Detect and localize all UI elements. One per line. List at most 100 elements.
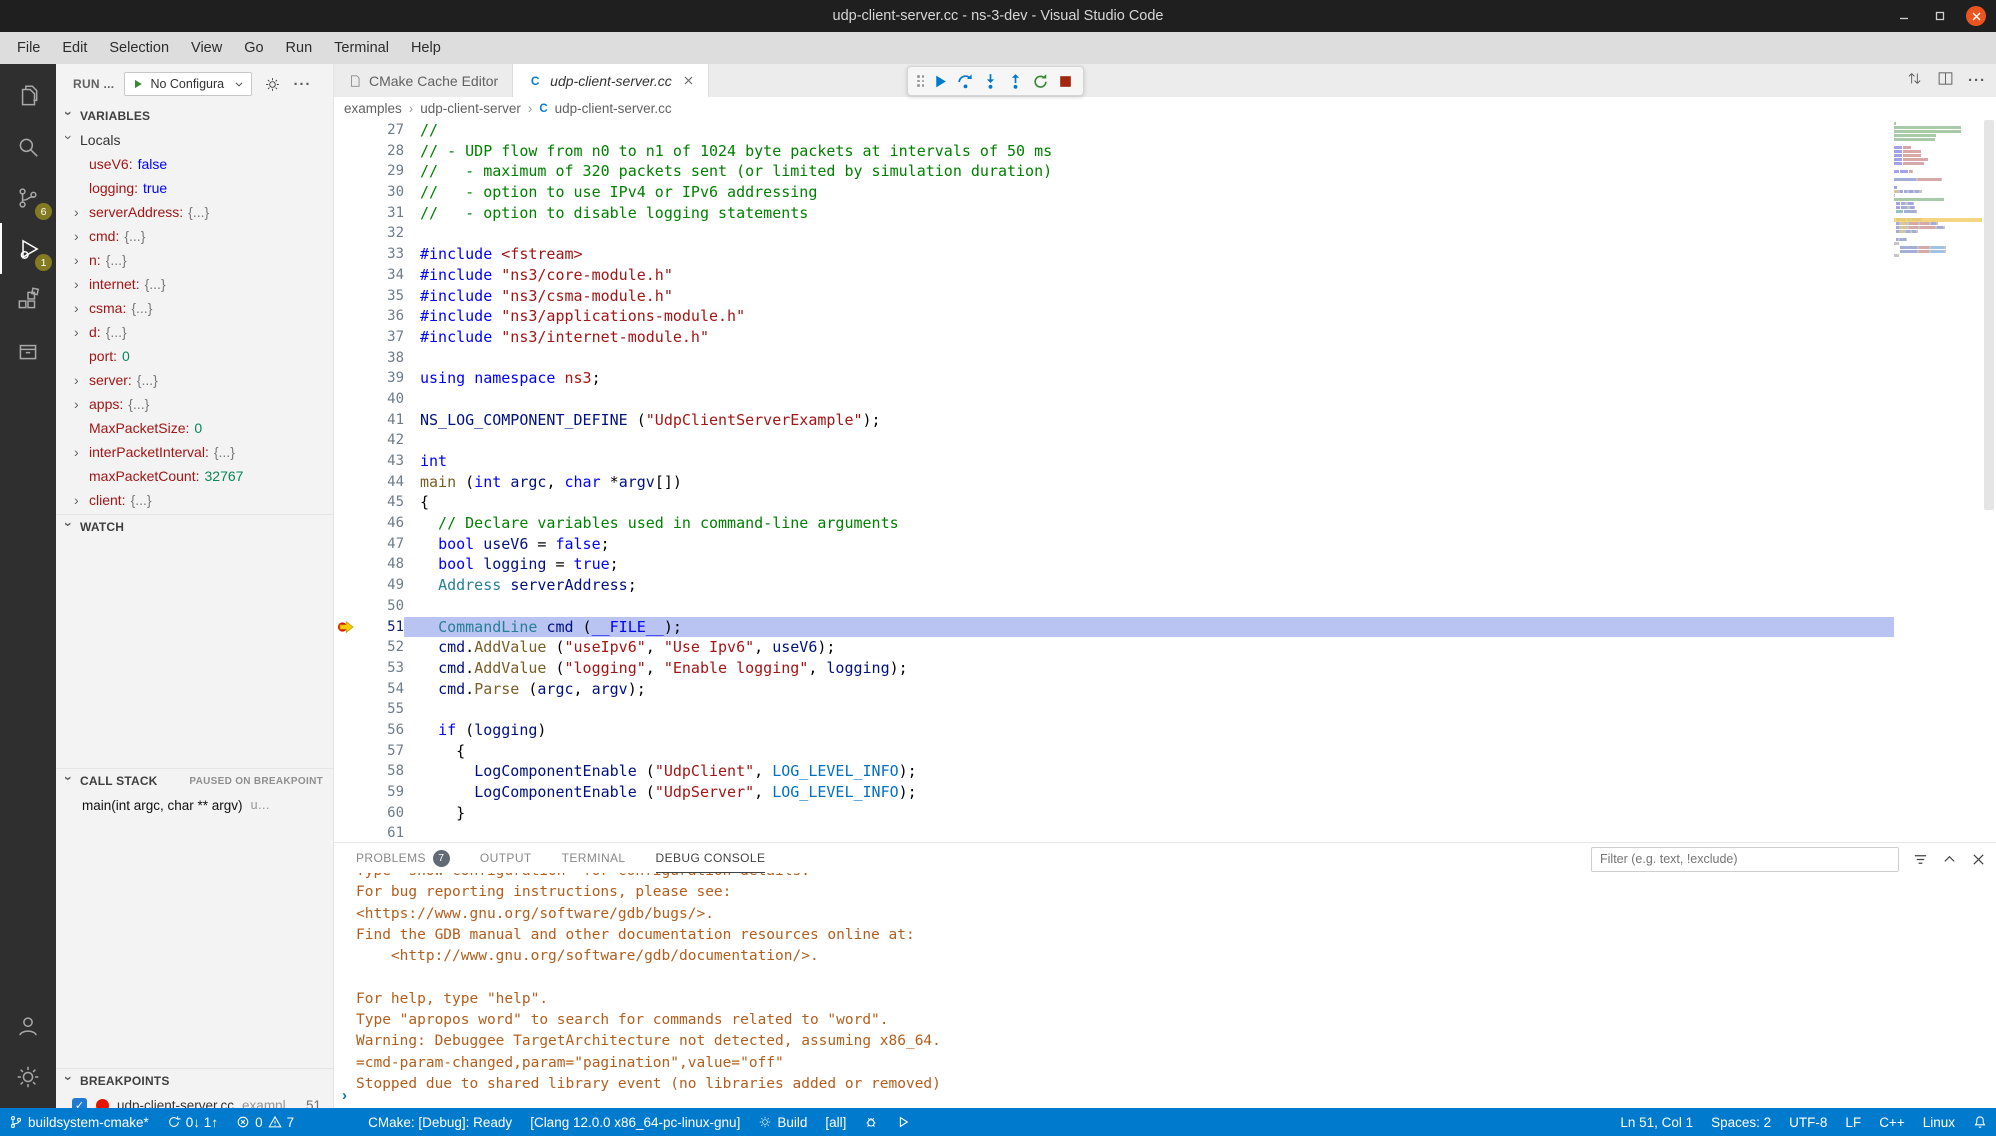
variable-row[interactable]: logging:true	[56, 176, 333, 200]
line-number[interactable]: 46	[358, 513, 404, 534]
code-line[interactable]: 34#include "ns3/core-module.h"	[334, 265, 1996, 286]
line-number[interactable]: 47	[358, 534, 404, 555]
source-control-icon[interactable]: 6	[0, 172, 56, 223]
console-filter-input[interactable]	[1591, 847, 1899, 872]
chevron-right-icon[interactable]: ›	[74, 495, 89, 505]
code-line[interactable]: 46 // Declare variables used in command-…	[334, 513, 1996, 534]
call-stack-header[interactable]: › CALL STACK PAUSED ON BREAKPOINT	[56, 769, 333, 793]
scrollbar-thumb[interactable]	[1984, 120, 1994, 510]
line-number[interactable]: 37	[358, 327, 404, 348]
line-number[interactable]: 56	[358, 720, 404, 741]
explorer-icon[interactable]	[0, 70, 56, 121]
code-line[interactable]: 50	[334, 596, 1996, 617]
line-number[interactable]: 55	[358, 699, 404, 720]
chevron-right-icon[interactable]: ›	[74, 207, 89, 217]
breakpoint-checkbox[interactable]: ✓	[72, 1098, 87, 1109]
variable-row[interactable]: useV6:false	[56, 152, 333, 176]
code-line[interactable]: 36#include "ns3/applications-module.h"	[334, 306, 1996, 327]
variable-row[interactable]: ›apps:{...}	[56, 392, 333, 416]
stack-frame-row[interactable]: main(int argc, char ** argv) u…	[56, 793, 333, 817]
chevron-right-icon[interactable]: ›	[74, 255, 89, 265]
search-icon[interactable]	[0, 121, 56, 172]
editor-scrollbar[interactable]	[1982, 120, 1996, 842]
chevron-right-icon[interactable]: ›	[74, 447, 89, 457]
code-line[interactable]: 31// - option to disable logging stateme…	[334, 203, 1996, 224]
line-number[interactable]: 43	[358, 451, 404, 472]
line-number[interactable]: 50	[358, 596, 404, 617]
cursor-position-item[interactable]: Ln 51, Col 1	[1611, 1108, 1702, 1136]
code-line[interactable]: 47 bool useV6 = false;	[334, 534, 1996, 555]
watch-header[interactable]: › WATCH	[56, 515, 333, 539]
language-mode-item[interactable]: C++	[1870, 1108, 1914, 1136]
code-line[interactable]: 54 cmd.Parse (argc, argv);	[334, 679, 1996, 700]
menu-terminal[interactable]: Terminal	[323, 32, 400, 64]
cmake-kit-item[interactable]: [Clang 12.0.0 x86_64-pc-linux-gnu]	[521, 1108, 749, 1136]
breadcrumb-folder[interactable]: examples	[344, 101, 402, 116]
more-actions-icon[interactable]: ···	[293, 76, 311, 93]
breadcrumb-folder[interactable]: udp-client-server	[420, 101, 521, 116]
sync-item[interactable]: 0↓ 1↑	[158, 1108, 227, 1136]
restart-button[interactable]	[1028, 68, 1053, 94]
line-number[interactable]: 41	[358, 410, 404, 431]
filter-lines-icon[interactable]	[1913, 852, 1928, 867]
minimize-button[interactable]	[1894, 6, 1914, 26]
line-number[interactable]: 60	[358, 803, 404, 824]
line-number[interactable]: 33	[358, 244, 404, 265]
menu-selection[interactable]: Selection	[98, 32, 180, 64]
variable-row[interactable]: ›interPacketInterval:{...}	[56, 440, 333, 464]
code-line[interactable]: 58 LogComponentEnable ("UdpClient", LOG_…	[334, 761, 1996, 782]
code-line[interactable]: 37#include "ns3/internet-module.h"	[334, 327, 1996, 348]
tab-terminal[interactable]: TERMINAL	[562, 843, 626, 873]
line-number[interactable]: 52	[358, 637, 404, 658]
tab-debug-console[interactable]: DEBUG CONSOLE	[656, 843, 766, 873]
variable-row[interactable]: maxPacketCount:32767	[56, 464, 333, 488]
code-line[interactable]: 35#include "ns3/csma-module.h"	[334, 286, 1996, 307]
variables-header[interactable]: › VARIABLES	[56, 104, 333, 128]
line-number[interactable]: 30	[358, 182, 404, 203]
line-number[interactable]: 32	[358, 223, 404, 244]
launch-target-item[interactable]	[887, 1108, 919, 1136]
problems-item[interactable]: 0 7	[227, 1108, 303, 1136]
code-line[interactable]: 56 if (logging)	[334, 720, 1996, 741]
chevron-right-icon[interactable]: ›	[74, 231, 89, 241]
line-number[interactable]: 44	[358, 472, 404, 493]
tab-output[interactable]: OUTPUT	[480, 843, 532, 873]
code-line[interactable]: 27//	[334, 120, 1996, 141]
line-number[interactable]: 42	[358, 430, 404, 451]
drag-handle-icon[interactable]	[917, 75, 924, 87]
code-line[interactable]: 49 Address serverAddress;	[334, 575, 1996, 596]
code-line[interactable]: 28// - UDP flow from n0 to n1 of 1024 by…	[334, 141, 1996, 162]
open-changes-icon[interactable]	[1906, 70, 1923, 92]
cmake-status-item[interactable]: CMake: [Debug]: Ready	[359, 1108, 521, 1136]
tab-cmake-cache-editor[interactable]: CMake Cache Editor	[334, 64, 513, 97]
debug-console[interactable]: Type "show configuration" for configurat…	[334, 873, 1996, 1108]
package-icon[interactable]	[0, 325, 56, 376]
line-number[interactable]: 51	[358, 617, 404, 638]
line-number[interactable]: 53	[358, 658, 404, 679]
stop-button[interactable]	[1053, 68, 1078, 94]
continue-button[interactable]	[928, 68, 953, 94]
code-line[interactable]: 32	[334, 223, 1996, 244]
chevron-right-icon[interactable]: ›	[74, 279, 89, 289]
debug-gear-icon[interactable]	[264, 76, 281, 93]
close-icon[interactable]	[683, 75, 694, 86]
minimap[interactable]	[1894, 120, 1982, 842]
step-over-button[interactable]	[953, 68, 978, 94]
variable-row[interactable]: ›server:{...}	[56, 368, 333, 392]
line-number[interactable]: 29	[358, 161, 404, 182]
code-line[interactable]: 39using namespace ns3;	[334, 368, 1996, 389]
step-out-button[interactable]	[1003, 68, 1028, 94]
menu-run[interactable]: Run	[275, 32, 324, 64]
variable-row[interactable]: ›internet:{...}	[56, 272, 333, 296]
tab-udp-client-server[interactable]: C udp-client-server.cc	[513, 64, 709, 97]
line-number[interactable]: 27	[358, 120, 404, 141]
line-number[interactable]: 39	[358, 368, 404, 389]
code-line[interactable]: 61	[334, 823, 1996, 842]
code-line[interactable]: 42	[334, 430, 1996, 451]
code-line[interactable]: 48 bool logging = true;	[334, 554, 1996, 575]
code-line[interactable]: 30// - option to use IPv4 or IPv6 addres…	[334, 182, 1996, 203]
code-line[interactable]: 38	[334, 348, 1996, 369]
eol-item[interactable]: LF	[1836, 1108, 1870, 1136]
line-number[interactable]: 61	[358, 823, 404, 842]
chevron-right-icon[interactable]: ›	[74, 327, 89, 337]
